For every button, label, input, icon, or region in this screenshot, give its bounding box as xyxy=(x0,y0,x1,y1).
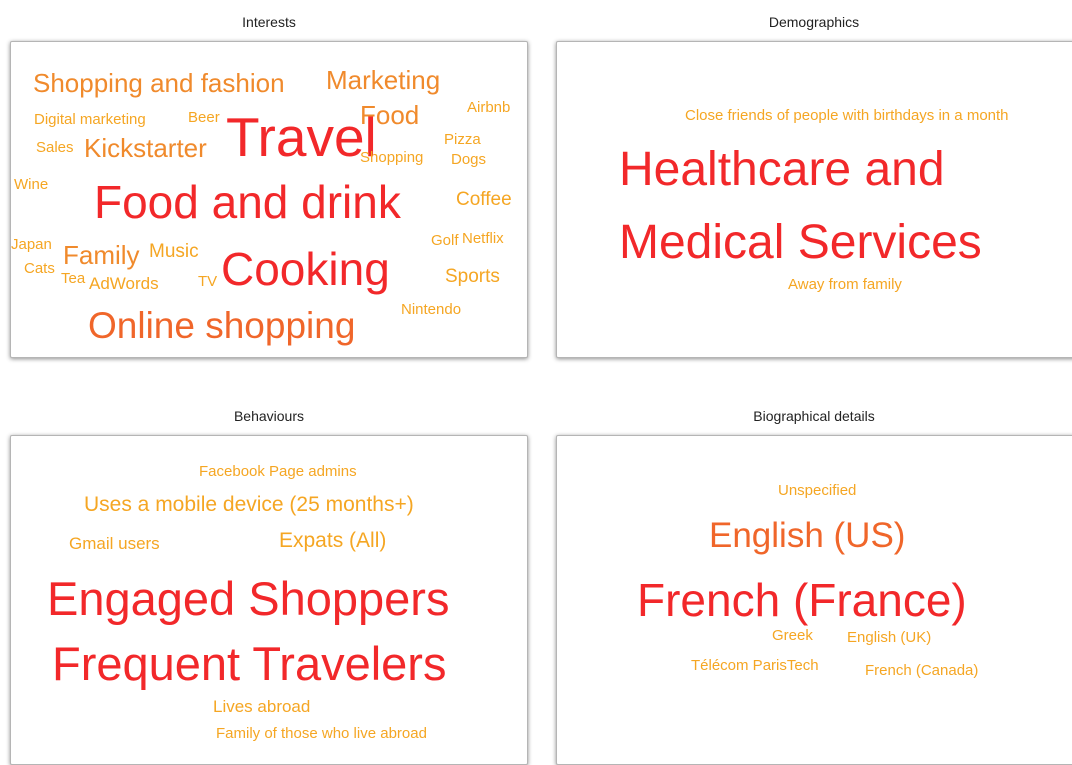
word-dogs: Dogs xyxy=(451,151,487,168)
behaviours-word-cloud: Facebook Page admins Uses a mobile device… xyxy=(10,435,528,765)
word-away-from-family: Away from family xyxy=(788,276,902,293)
word-tv: TV xyxy=(198,273,218,290)
interests-word-cloud: Shopping and fashion Marketing Digital mar… xyxy=(10,41,528,358)
word-frequent-travelers: Frequent Travelers xyxy=(52,637,447,690)
word-t-l-com-paristech: Télécom ParisTech xyxy=(691,657,819,674)
word-healthcare-and: Healthcare and xyxy=(619,143,945,196)
word-greek: Greek xyxy=(772,627,813,644)
word-digital-marketing: Digital marketing xyxy=(34,111,146,128)
word-online-shopping: Online shopping xyxy=(88,305,356,346)
word-airbnb: Airbnb xyxy=(467,99,511,116)
word-close-friends-of-people-with-birthdays-in-a-month: Close friends of people with birthdays i… xyxy=(685,107,1009,124)
word-tea: Tea xyxy=(61,270,86,287)
word-french-canada: French (Canada) xyxy=(865,662,979,679)
word-adwords: AdWords xyxy=(89,274,159,293)
word-sports: Sports xyxy=(445,266,500,287)
word-cats: Cats xyxy=(24,260,55,277)
demographics-word-cloud: Close friends of people with birthdays i… xyxy=(556,41,1072,358)
word-lives-abroad: Lives abroad xyxy=(213,697,311,716)
word-uses-a-mobile-device-25-months: Uses a mobile device (25 months+) xyxy=(84,493,414,516)
word-nintendo: Nintendo xyxy=(401,301,462,318)
interests-title: Interests xyxy=(242,14,296,30)
word-shopping-and-fashion: Shopping and fashion xyxy=(33,68,285,98)
word-wine: Wine xyxy=(14,176,49,193)
word-shopping: Shopping xyxy=(360,149,424,166)
word-netflix: Netflix xyxy=(462,230,504,247)
word-food-and-drink: Food and drink xyxy=(94,176,401,228)
word-sales: Sales xyxy=(36,139,74,156)
word-unspecified: Unspecified xyxy=(778,482,857,499)
behaviours-title: Behaviours xyxy=(233,408,305,424)
word-french-france: French (France) xyxy=(637,574,967,626)
word-facebook-page-admins: Facebook Page admins xyxy=(199,463,357,480)
word-marketing: Marketing xyxy=(326,65,441,95)
word-family-of-those-who-live-abroad: Family of those who live abroad xyxy=(216,725,427,742)
word-kickstarter: Kickstarter xyxy=(84,133,207,163)
word-gmail-users: Gmail users xyxy=(69,534,160,553)
demographics-title: Demographics xyxy=(768,14,860,30)
word-travel: Travel xyxy=(226,106,377,168)
word-medical-services: Medical Services xyxy=(619,216,982,269)
word-cooking: Cooking xyxy=(221,243,390,295)
word-golf: Golf xyxy=(431,232,459,249)
word-japan: Japan xyxy=(11,236,52,253)
biographical-details-word-cloud: Unspecified English (US) French (France) Gr… xyxy=(556,435,1072,765)
word-pizza: Pizza xyxy=(444,131,481,148)
word-coffee: Coffee xyxy=(456,189,512,210)
word-expats-all: Expats (All) xyxy=(279,529,387,552)
word-english-uk: English (UK) xyxy=(847,629,932,646)
word-music: Music xyxy=(149,241,199,262)
word-english-us: English (US) xyxy=(709,516,906,555)
word-beer: Beer xyxy=(188,109,220,126)
word-engaged-shoppers: Engaged Shoppers xyxy=(47,572,450,625)
biographical-details-title: Biographical details xyxy=(753,408,875,424)
word-family: Family xyxy=(63,240,140,270)
